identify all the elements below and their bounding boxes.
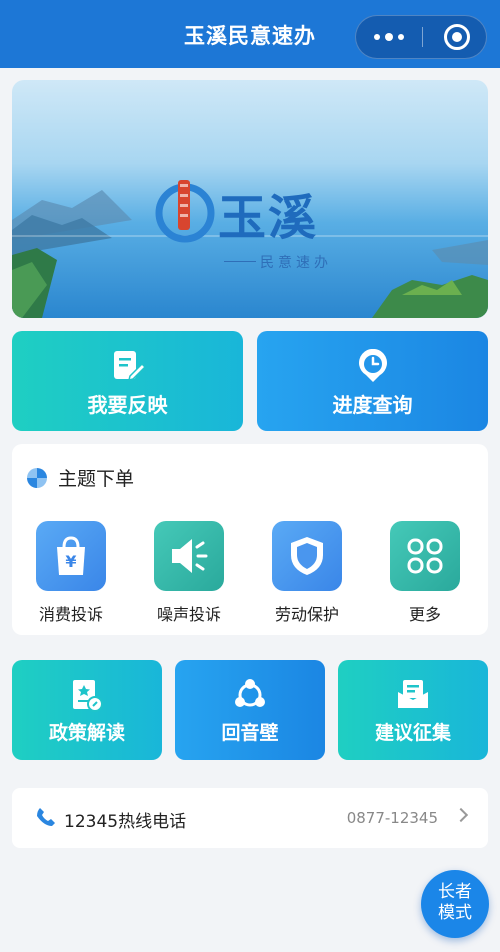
share-nodes-icon (235, 679, 265, 707)
suggestion-collection-label: 建议征集 (374, 722, 451, 744)
elder-mode-line2: 模式 (438, 903, 472, 923)
consumer-complaint-label: 消费投诉 (38, 605, 103, 624)
close-button[interactable] (444, 24, 470, 50)
svg-text:¥: ¥ (65, 552, 76, 571)
phone-icon (37, 808, 55, 826)
banner-divider (224, 261, 256, 262)
progress-query-button[interactable]: 进度查询 (257, 331, 488, 431)
banner-subtitle: 民意速办 (260, 255, 332, 271)
noise-complaint-item[interactable]: 噪声投诉 (144, 521, 234, 625)
speaker-icon (172, 539, 208, 573)
more-services-label: 更多 (408, 605, 441, 624)
report-issue-button[interactable]: 我要反映 (12, 331, 243, 431)
shopping-bag-yen-icon: ¥ (57, 536, 85, 575)
capsule-divider (422, 27, 423, 47)
more-menu-button[interactable] (356, 16, 422, 58)
hero-banner[interactable]: 玉溪 民意速办 (12, 80, 488, 318)
clock-pin-icon (358, 349, 387, 382)
more-services-tile (390, 521, 460, 591)
hotline-label: 12345热线电话 (64, 812, 187, 832)
policy-interpretation-button[interactable]: 政策解读 (12, 660, 162, 760)
pinwheel-icon (27, 467, 47, 488)
labor-protection-label: 劳动保护 (274, 605, 339, 624)
elder-mode-line1: 长者 (438, 882, 472, 902)
chevron-right-icon (453, 807, 469, 823)
labor-protection-item[interactable]: 劳动保护 (262, 521, 352, 625)
mini-program-capsule (355, 15, 487, 59)
grid-more-icon (407, 538, 443, 574)
document-star-icon (73, 680, 103, 712)
at-logo-icon (155, 180, 215, 243)
theme-order-card: 主题下单 ¥ 消费投诉 噪声投诉 劳动保护 更多 (12, 444, 488, 635)
report-issue-label: 我要反映 (87, 393, 168, 417)
edit-icon (113, 351, 145, 382)
theme-header: 主题下单 (26, 464, 134, 491)
labor-protection-tile (272, 521, 342, 591)
echo-wall-label: 回音壁 (221, 722, 279, 744)
policy-interpretation-label: 政策解读 (48, 722, 125, 744)
top-navbar: 玉溪民意速办 (0, 0, 500, 68)
hotline-row[interactable]: 12345热线电话 0877-12345 (12, 788, 488, 848)
progress-query-label: 进度查询 (332, 393, 413, 417)
noise-complaint-tile (154, 521, 224, 591)
consumer-complaint-tile: ¥ (36, 521, 106, 591)
elder-mode-button[interactable]: 长者 模式 (421, 870, 489, 938)
hotline-number: 0877-12345 (346, 809, 438, 827)
noise-complaint-label: 噪声投诉 (156, 605, 221, 624)
banner-logo-text: 玉溪 (218, 190, 319, 246)
mailbox-icon (398, 680, 428, 708)
theme-title: 主题下单 (58, 468, 135, 490)
consumer-complaint-item[interactable]: ¥ 消费投诉 (26, 521, 116, 625)
echo-wall-button[interactable]: 回音壁 (175, 660, 325, 760)
shield-icon (291, 537, 323, 575)
suggestion-collection-button[interactable]: 建议征集 (338, 660, 488, 760)
more-services-item[interactable]: 更多 (380, 521, 470, 625)
